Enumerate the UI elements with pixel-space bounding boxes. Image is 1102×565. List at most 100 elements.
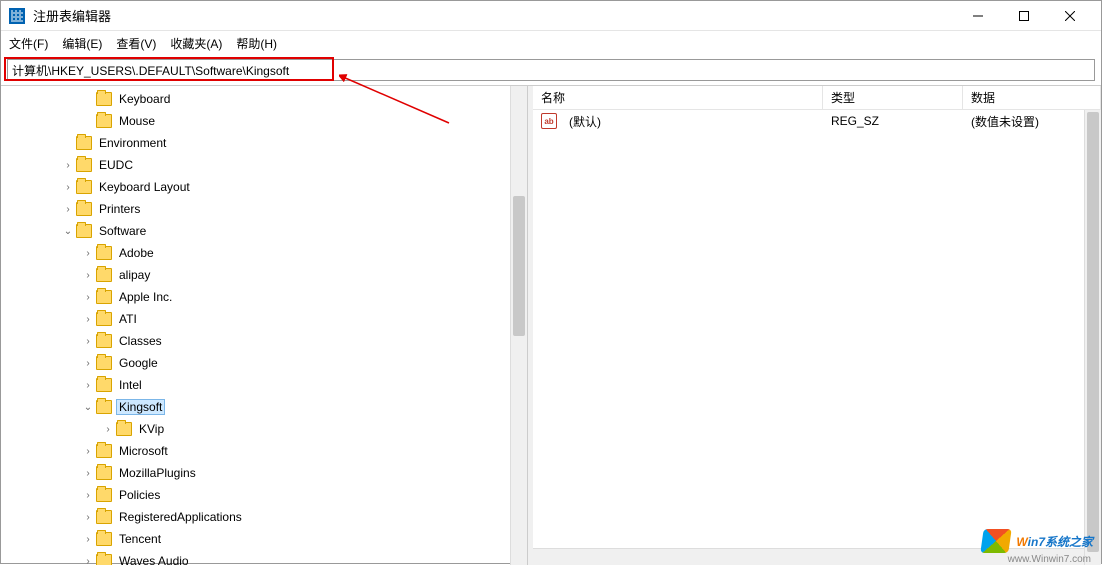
cell-data: (数值未设置) (963, 113, 1101, 130)
window-title: 注册表编辑器 (33, 6, 955, 25)
chevron-down-icon[interactable]: ⌄ (81, 402, 95, 413)
column-name[interactable]: 名称 (533, 86, 823, 109)
column-type[interactable]: 类型 (823, 86, 963, 109)
chevron-right-icon[interactable]: › (61, 204, 75, 215)
menubar: 文件(F) 编辑(E) 查看(V) 收藏夹(A) 帮助(H) (1, 31, 1101, 55)
tree-item-mouse[interactable]: Mouse (1, 110, 527, 132)
tree-item-tencent[interactable]: › Tencent (1, 528, 527, 550)
folder-icon (76, 158, 92, 172)
chevron-right-icon[interactable]: › (81, 336, 95, 347)
tree-item-registeredapplications[interactable]: › RegisteredApplications (1, 506, 527, 528)
tree-item-label: Classes (116, 333, 165, 349)
chevron-right-icon[interactable]: › (81, 314, 95, 325)
string-value-icon: ab (541, 113, 557, 129)
menu-file[interactable]: 文件(F) (9, 35, 48, 52)
tree-item-software[interactable]: ⌄Software (1, 220, 527, 242)
tree-item-label: Environment (96, 135, 169, 151)
tree-item-label: alipay (116, 267, 153, 283)
chevron-right-icon[interactable]: › (81, 270, 95, 281)
folder-icon (96, 444, 112, 458)
titlebar: 注册表编辑器 (1, 1, 1101, 31)
chevron-right-icon[interactable]: › (81, 380, 95, 391)
folder-icon (76, 224, 92, 238)
folder-icon (96, 532, 112, 546)
folder-icon (96, 334, 112, 348)
chevron-right-icon[interactable]: › (81, 468, 95, 479)
chevron-right-icon[interactable]: › (81, 358, 95, 369)
tree-item-microsoft[interactable]: ›Microsoft (1, 440, 527, 462)
minimize-button[interactable] (955, 1, 1001, 31)
tree-item-eudc[interactable]: › EUDC (1, 154, 527, 176)
tree-item-label: MozillaPlugins (116, 465, 199, 481)
folder-icon (96, 356, 112, 370)
folder-icon (96, 268, 112, 282)
folder-icon (96, 312, 112, 326)
close-button[interactable] (1047, 1, 1093, 31)
tree-item-label: ATI (116, 311, 140, 327)
chevron-right-icon[interactable]: › (101, 424, 115, 435)
tree-item-label: KVip (136, 421, 167, 437)
chevron-down-icon[interactable]: ⌄ (61, 226, 75, 237)
tree-item-label: Kingsoft (116, 399, 165, 415)
chevron-right-icon[interactable]: › (81, 534, 95, 545)
chevron-right-icon[interactable]: › (81, 248, 95, 259)
tree-item-kingsoft[interactable]: ⌄ Kingsoft (1, 396, 527, 418)
cell-name: (默认) (561, 113, 823, 130)
tree-item-kvip[interactable]: › KVip (1, 418, 527, 440)
tree-item-keyboard-layout[interactable]: › Keyboard Layout (1, 176, 527, 198)
tree-item-alipay[interactable]: › alipay (1, 264, 527, 286)
folder-icon (96, 290, 112, 304)
menu-edit[interactable]: 编辑(E) (62, 35, 102, 52)
tree-item-intel[interactable]: ›Intel (1, 374, 527, 396)
list-scrollbar-vertical[interactable] (1084, 110, 1101, 565)
tree-item-label: Policies (116, 487, 163, 503)
chevron-right-icon[interactable]: › (61, 160, 75, 171)
tree-item-waves-audio[interactable]: ›Waves Audio (1, 550, 527, 565)
tree-item-label: EUDC (96, 157, 136, 173)
tree-item-label: Google (116, 355, 161, 371)
regedit-icon (9, 8, 25, 24)
tree-item-adobe[interactable]: › Adobe (1, 242, 527, 264)
chevron-right-icon[interactable]: › (81, 446, 95, 457)
tree-item-ati[interactable]: › ATI (1, 308, 527, 330)
folder-icon (96, 488, 112, 502)
menu-view[interactable]: 查看(V) (116, 35, 156, 52)
chevron-right-icon[interactable]: › (61, 182, 75, 193)
tree-item-label: Keyboard (116, 91, 173, 107)
folder-icon (96, 92, 112, 106)
address-input[interactable] (7, 59, 1095, 81)
list-row[interactable]: ab(默认)REG_SZ(数值未设置) (533, 110, 1101, 132)
folder-icon (76, 180, 92, 194)
tree-item-environment[interactable]: Environment (1, 132, 527, 154)
menu-help[interactable]: 帮助(H) (236, 35, 277, 52)
tree-item-keyboard[interactable]: Keyboard (1, 88, 527, 110)
tree-item-label: Printers (96, 201, 143, 217)
list-pane[interactable]: 名称 类型 数据 ab(默认)REG_SZ(数值未设置) (533, 86, 1101, 565)
folder-icon (96, 246, 112, 260)
tree-item-google[interactable]: › Google (1, 352, 527, 374)
tree-item-label: RegisteredApplications (116, 509, 245, 525)
chevron-right-icon[interactable]: › (81, 292, 95, 303)
tree-pane[interactable]: Keyboard Mouse Environment › EUDC › Keyboard L… (1, 86, 528, 565)
folder-icon (96, 554, 112, 565)
tree-item-printers[interactable]: › Printers (1, 198, 527, 220)
tree-item-classes[interactable]: › Classes (1, 330, 527, 352)
folder-icon (76, 202, 92, 216)
cell-type: REG_SZ (823, 114, 963, 128)
tree-item-label: Adobe (116, 245, 157, 261)
tree-item-label: Keyboard Layout (96, 179, 193, 195)
chevron-right-icon[interactable]: › (81, 512, 95, 523)
content-split: Keyboard Mouse Environment › EUDC › Keyboard L… (1, 85, 1101, 565)
folder-icon (96, 510, 112, 524)
folder-icon (96, 378, 112, 392)
folder-icon (96, 466, 112, 480)
maximize-button[interactable] (1001, 1, 1047, 31)
list-scrollbar-horizontal[interactable] (533, 548, 1084, 565)
menu-favorites[interactable]: 收藏夹(A) (170, 35, 222, 52)
column-data[interactable]: 数据 (963, 86, 1101, 109)
tree-item-label: Tencent (116, 531, 164, 547)
tree-item-policies[interactable]: › Policies (1, 484, 527, 506)
tree-item-mozillaplugins[interactable]: › MozillaPlugins (1, 462, 527, 484)
chevron-right-icon[interactable]: › (81, 490, 95, 501)
tree-item-apple-inc-[interactable]: ›Apple Inc. (1, 286, 527, 308)
